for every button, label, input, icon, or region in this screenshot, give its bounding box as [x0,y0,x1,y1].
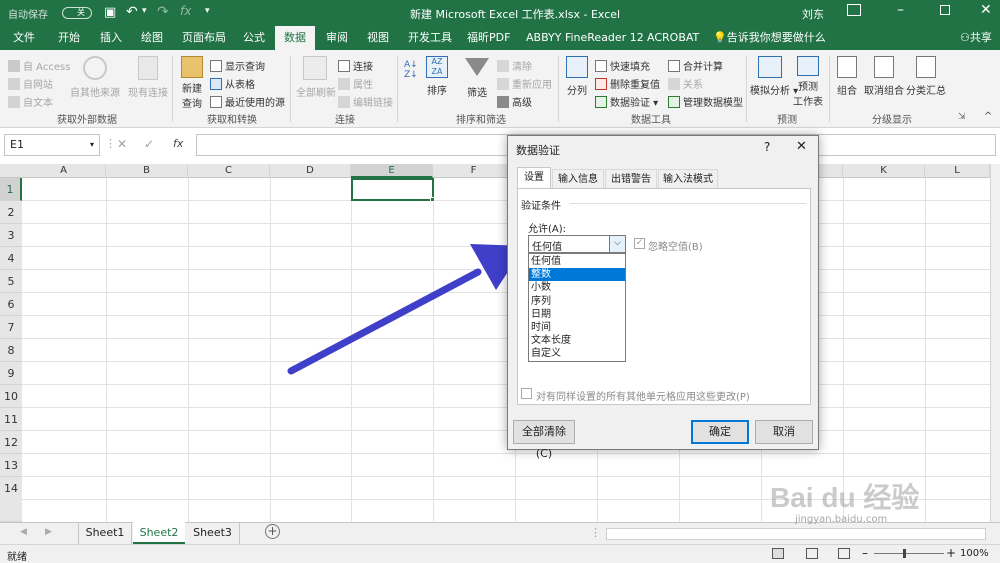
section-divider [570,203,806,204]
ok-button[interactable]: 确定 [691,420,749,444]
help-icon[interactable]: ? [764,140,770,154]
option-decimal[interactable]: 小数 [529,281,625,294]
validation-criteria-heading: 验证条件 [521,201,561,212]
tab-ime-mode[interactable]: 输入法模式 [658,169,718,189]
baidu-watermark-url: jingyan.baidu.com [795,514,888,525]
apply-all-checkbox[interactable] [521,388,532,399]
option-any-value[interactable]: 任何值 [529,255,625,268]
tab-input-message[interactable]: 输入信息 [552,169,604,189]
option-whole-number[interactable]: 整数 [529,268,625,282]
option-list[interactable]: 序列 [529,295,625,308]
allow-combobox[interactable]: 任何值 ⌵ [528,235,626,253]
ignore-blank-checkbox[interactable]: ✓ [634,238,645,249]
apply-all-label: 对有同样设置的所有其他单元格应用这些更改(P) [536,392,750,403]
ignore-blank-label: 忽略空值(B) [648,242,703,253]
dialog-title: 数据验证 [516,144,560,157]
allow-dropdown-list: 任何值 整数 小数 序列 日期 时间 文本长度 自定义 [528,253,626,362]
dialog-close-icon[interactable]: ✕ [796,139,807,154]
option-text-length[interactable]: 文本长度 [529,334,625,347]
baidu-watermark: Bai du 经验 [770,482,920,513]
settings-panel: 验证条件 允许(A): 任何值 ⌵ ✓ 忽略空值(B) 任何值 整数 小数 序列… [517,188,811,405]
allow-label: 允许(A): [528,224,567,235]
allow-value: 任何值 [532,242,562,253]
arrow-shaft [287,268,482,375]
clear-all-button[interactable]: 全部清除(C) [513,420,575,460]
chevron-down-icon[interactable]: ⌵ [609,236,625,252]
tab-settings[interactable]: 设置 [517,167,551,189]
cancel-button[interactable]: 取消 [755,420,813,444]
option-date[interactable]: 日期 [529,308,625,321]
data-validation-dialog: 数据验证 ? ✕ 设置 输入信息 出错警告 输入法模式 验证条件 允许(A): … [507,135,819,460]
option-custom[interactable]: 自定义 [529,347,625,360]
tab-error-alert[interactable]: 出错警告 [605,169,657,189]
option-time[interactable]: 时间 [529,321,625,334]
